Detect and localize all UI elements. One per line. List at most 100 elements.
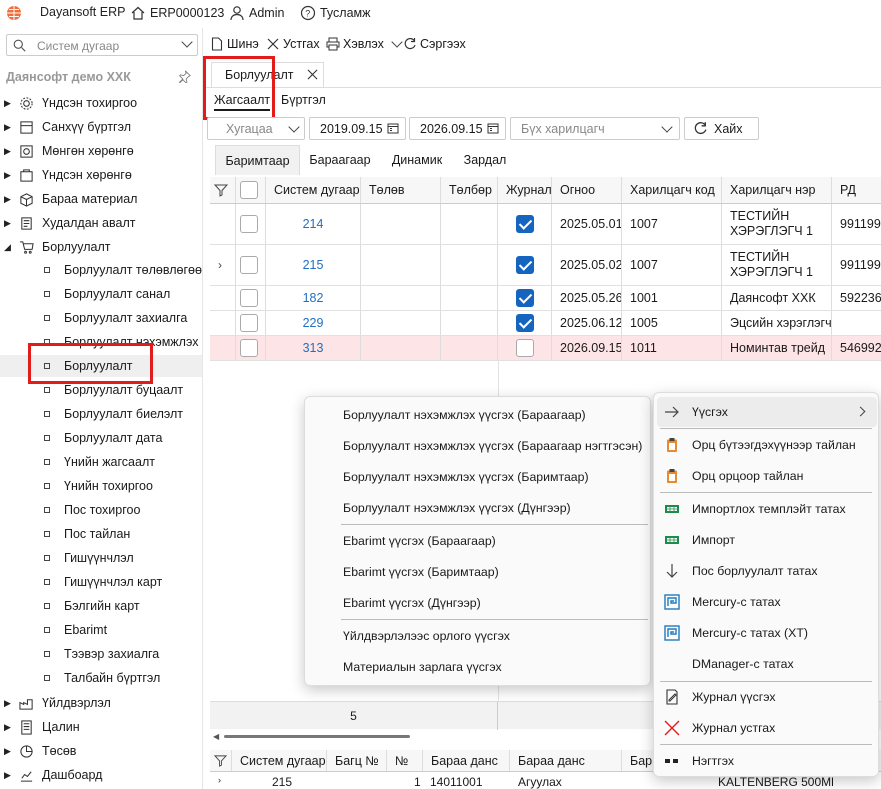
- detail-col-account[interactable]: Бараа данс: [423, 750, 510, 771]
- menu-item-create-3[interactable]: Борлуулалт нэхэмжлэх үүсгэх (Дүнгээр): [305, 493, 650, 523]
- menu-item-8[interactable]: DManager-с татах: [657, 649, 877, 679]
- row-checkbox[interactable]: [240, 314, 258, 332]
- chevron-right-icon[interactable]: ▶: [4, 194, 16, 205]
- sidebar-subitem-17[interactable]: Талбайн бүртгэл: [0, 667, 202, 689]
- sidebar-subitem-16[interactable]: Тээвэр захиалга: [0, 643, 202, 665]
- system-number-cell[interactable]: 215: [266, 245, 361, 285]
- journal-checkbox[interactable]: [516, 314, 534, 332]
- sidebar-subitem-12[interactable]: Гишүүнчлэл: [0, 547, 202, 569]
- sidebar-subitem-15[interactable]: Ebarimt: [0, 619, 202, 641]
- chevron-right-icon[interactable]: ▶: [4, 722, 16, 733]
- detail-col-batch[interactable]: Багц №: [327, 750, 387, 771]
- sidebar-subitem-9[interactable]: Үнийн тохиргоо: [0, 475, 202, 497]
- menu-item-create-0[interactable]: Борлуулалт нэхэмжлэх үүсгэх (Бараагаар): [305, 400, 650, 430]
- calendar-icon[interactable]: [487, 122, 499, 134]
- menu-item-create-2[interactable]: Борлуулалт нэхэмжлэх үүсгэх (Баримтаар): [305, 462, 650, 492]
- table-row[interactable]: › 215 2025.05.02 1007 ТЕСТИЙН ХЭРЭГЛЭГЧ 1 9911…: [210, 245, 881, 286]
- delete-button[interactable]: Устгах: [266, 37, 320, 51]
- tab-dynamic[interactable]: Динамик: [381, 145, 453, 175]
- chevron-right-icon[interactable]: ▶: [4, 218, 16, 229]
- date-from-input[interactable]: 2019.09.15: [309, 117, 406, 140]
- menu-item-create-7[interactable]: Үйлдвэрлэлээс орлого үүсгэх: [305, 621, 650, 651]
- table-row[interactable]: 313 2026.09.15 1011 Номинтав трейд 546992: [210, 336, 881, 361]
- col-partner-name[interactable]: Харилцагч нэр: [722, 177, 832, 203]
- menu-item-6[interactable]: Mercury-с татах: [657, 587, 877, 617]
- sidebar-subitem-13[interactable]: Гишүүнчлэл карт: [0, 571, 202, 593]
- col-registry[interactable]: РД: [832, 177, 881, 203]
- sidebar-item-bottom-0[interactable]: ▶ Үйлдвэрлэл: [4, 692, 202, 714]
- table-row[interactable]: 182 2025.05.26 1001 Даянсофт ХХК 592236: [210, 286, 881, 311]
- menu-item-5[interactable]: Пос борлуулалт татах: [657, 556, 877, 586]
- tab-list[interactable]: Жагсаалт: [214, 93, 271, 111]
- scrollbar-thumb[interactable]: [224, 735, 410, 738]
- row-checkbox[interactable]: [240, 339, 258, 357]
- select-all-checkbox[interactable]: [236, 177, 266, 203]
- detail-col-account2[interactable]: Бараа данс: [510, 750, 622, 771]
- menu-item-create-8[interactable]: Материалын зарлага үүсгэх: [305, 652, 650, 682]
- sidebar-item-bottom-3[interactable]: ▶ Дашбоард: [4, 764, 202, 786]
- menu-item-9[interactable]: Журнал үүсгэх: [657, 682, 877, 712]
- row-checkbox[interactable]: [240, 256, 258, 274]
- detail-col-number[interactable]: №: [387, 750, 423, 771]
- tab-register[interactable]: Бүртгэл: [281, 93, 326, 107]
- journal-checkbox[interactable]: [516, 215, 534, 233]
- sidebar-item-top-1[interactable]: ▶ Санхүү бүртгэл: [4, 116, 202, 138]
- col-journal[interactable]: Журнал: [498, 177, 552, 203]
- sidebar-subitem-14[interactable]: Бэлгийн карт: [0, 595, 202, 617]
- sidebar-item-top-5[interactable]: ▶ Худалдан авалт: [4, 212, 202, 234]
- row-expand-icon[interactable]: ›: [218, 775, 221, 785]
- period-select[interactable]: Хугацаа: [207, 117, 305, 140]
- search-button[interactable]: Хайх: [684, 117, 759, 140]
- calendar-icon[interactable]: [387, 122, 399, 134]
- tab-by-document[interactable]: Баримтаар: [215, 145, 300, 175]
- journal-checkbox[interactable]: [516, 339, 534, 357]
- row-checkbox[interactable]: [240, 215, 258, 233]
- col-payment[interactable]: Төлбөр: [441, 177, 498, 203]
- table-row[interactable]: 229 2025.06.12 1005 Эцсийн хэрэглэгч: [210, 311, 881, 336]
- col-date[interactable]: Огноо: [552, 177, 622, 203]
- filter-icon[interactable]: [210, 177, 236, 203]
- sidebar-item-top-2[interactable]: ▶ Мөнгөн хөрөнгө: [4, 140, 202, 162]
- new-button[interactable]: Шинэ: [210, 37, 259, 51]
- close-tab-icon[interactable]: [307, 69, 318, 80]
- sidebar-item-top-6[interactable]: ◢ Борлуулалт: [4, 236, 202, 258]
- system-number-cell[interactable]: 313: [266, 336, 361, 360]
- menu-item-2[interactable]: Орц орцоор тайлан: [657, 461, 877, 491]
- sidebar-subitem-11[interactable]: Пос тайлан: [0, 523, 202, 545]
- col-system-number[interactable]: Систем дугаар: [266, 177, 361, 203]
- journal-checkbox[interactable]: [516, 289, 534, 307]
- col-partner-code[interactable]: Харилцагч код: [622, 177, 722, 203]
- sidebar-subitem-10[interactable]: Пос тохиргоо: [0, 499, 202, 521]
- sidebar-search-input[interactable]: Систем дугаар: [6, 34, 198, 56]
- chevron-down-icon[interactable]: ◢: [4, 242, 16, 253]
- menu-item-create-1[interactable]: Борлуулалт нэхэмжлэх үүсгэх (Бараагаар н…: [305, 431, 650, 461]
- row-checkbox[interactable]: [240, 289, 258, 307]
- tab-expense[interactable]: Зардал: [456, 145, 514, 175]
- sidebar-subitem-2[interactable]: Борлуулалт захиалга: [0, 307, 202, 329]
- filter-icon[interactable]: [210, 750, 232, 771]
- table-row[interactable]: 214 2025.05.01 1007 ТЕСТИЙН ХЭРЭГЛЭГЧ 1 99119…: [210, 204, 881, 245]
- sidebar-item-bottom-1[interactable]: ▶ Цалин: [4, 716, 202, 738]
- sidebar-item-top-4[interactable]: ▶ Бараа материал: [4, 188, 202, 210]
- journal-checkbox[interactable]: [516, 256, 534, 274]
- menu-item-3[interactable]: Импортлох темплэйт татах: [657, 494, 877, 524]
- help-button[interactable]: ? Тусламж: [300, 5, 371, 21]
- sidebar-item-top-3[interactable]: ▶ Үндсэн хөрөнгө: [4, 164, 202, 186]
- chevron-right-icon[interactable]: ▶: [4, 98, 16, 109]
- menu-item-create-5[interactable]: Ebarimt үүсгэх (Баримтаар): [305, 557, 650, 587]
- row-expand-icon[interactable]: ›: [218, 258, 222, 272]
- system-number-cell[interactable]: 214: [266, 204, 361, 244]
- detail-col-system-number[interactable]: Систем дугаар: [232, 750, 327, 771]
- menu-item-10[interactable]: Журнал устгах: [657, 713, 877, 743]
- refresh-button[interactable]: Сэргээх: [403, 37, 466, 51]
- chevron-right-icon[interactable]: ▶: [4, 146, 16, 157]
- col-status[interactable]: Төлөв: [361, 177, 441, 203]
- date-to-input[interactable]: 2026.09.15: [409, 117, 506, 140]
- chevron-right-icon[interactable]: ▶: [4, 746, 16, 757]
- sidebar-subitem-1[interactable]: Борлуулалт санал: [0, 283, 202, 305]
- pin-icon[interactable]: [178, 70, 191, 83]
- menu-item-0[interactable]: Үүсгэх: [657, 397, 877, 427]
- tab-by-item[interactable]: Бараагаар: [303, 145, 377, 175]
- chevron-right-icon[interactable]: ▶: [4, 698, 16, 709]
- sidebar-item-top-0[interactable]: ▶ Үндсэн тохиргоо: [4, 92, 202, 114]
